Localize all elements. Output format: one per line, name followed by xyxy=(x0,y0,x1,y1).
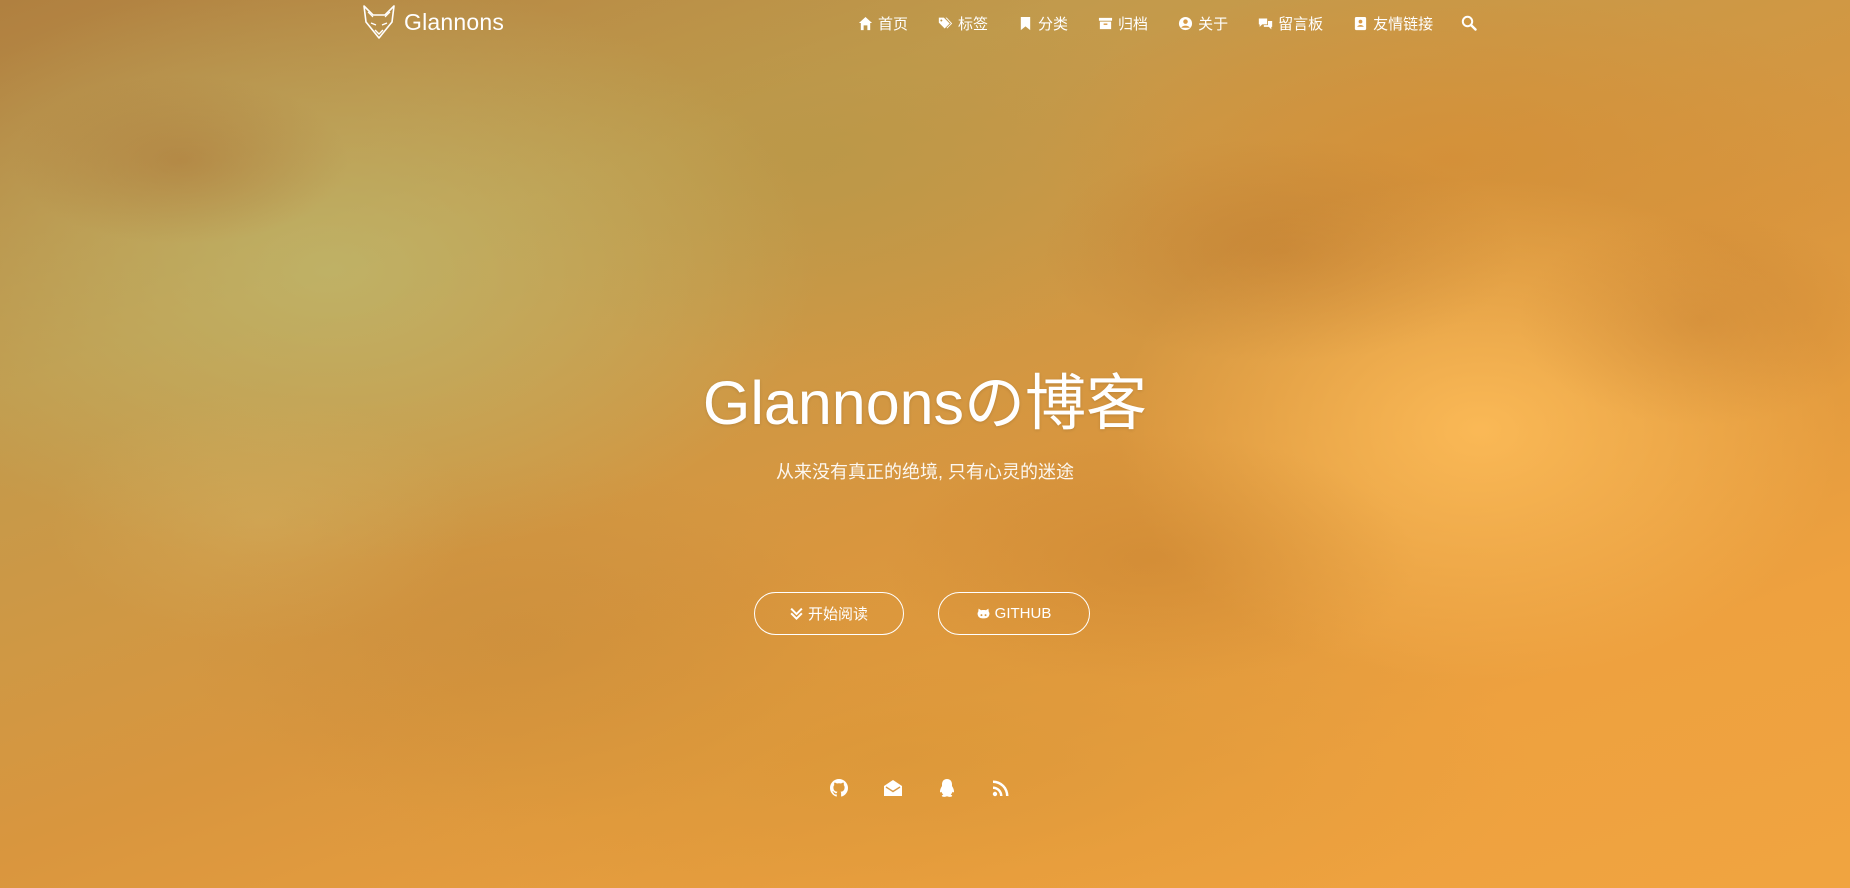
nav-item-label: 首页 xyxy=(878,15,909,33)
github-alt-icon xyxy=(977,608,990,619)
github-icon xyxy=(830,779,848,797)
nav-item-label: 归档 xyxy=(1118,15,1149,33)
nav-menu: 首页 标签 分类 归档 关于 留言板 友情链接 xyxy=(858,0,1507,46)
navbar: Glannons 首页 标签 分类 归档 关于 留言板 友情链接 xyxy=(0,0,1850,46)
nav-item-categories[interactable]: 分类 xyxy=(1018,13,1068,34)
rss-icon xyxy=(992,780,1009,797)
nav-item-guestbook[interactable]: 留言板 xyxy=(1258,13,1323,34)
qq-icon xyxy=(940,779,954,797)
nav-item-label: 分类 xyxy=(1038,15,1069,33)
nav-item-label: 关于 xyxy=(1198,15,1229,33)
nav-item-about[interactable]: 关于 xyxy=(1178,13,1228,34)
search-icon xyxy=(1461,15,1477,31)
brand-title: Glannons xyxy=(404,8,505,35)
social-rss-link[interactable] xyxy=(990,777,1012,799)
start-reading-button[interactable]: 开始阅读 xyxy=(754,592,904,635)
hero-title: Glannonsの博客 xyxy=(702,369,1148,437)
fox-logo-icon xyxy=(363,5,395,39)
nav-item-friend-links[interactable]: 友情链接 xyxy=(1353,13,1433,34)
nav-item-tags[interactable]: 标签 xyxy=(938,13,988,34)
social-email-link[interactable] xyxy=(882,777,904,799)
comments-icon xyxy=(1258,18,1273,29)
nav-item-label: 留言板 xyxy=(1278,15,1324,33)
user-circle-icon xyxy=(1179,16,1193,30)
home-icon xyxy=(858,16,873,30)
bookmark-icon xyxy=(1020,16,1031,30)
social-links xyxy=(828,777,1044,799)
nav-item-label: 友情链接 xyxy=(1373,15,1434,33)
brand-link[interactable]: Glannons xyxy=(362,3,504,41)
tags-icon xyxy=(938,17,953,28)
github-button[interactable]: GITHUB xyxy=(938,592,1090,635)
archive-icon xyxy=(1098,17,1113,29)
nav-item-home[interactable]: 首页 xyxy=(858,13,908,34)
github-button-label: GITHUB xyxy=(994,605,1052,622)
hero-background xyxy=(0,0,1850,888)
social-github-link[interactable] xyxy=(828,777,850,799)
address-book-icon xyxy=(1354,16,1367,30)
start-reading-label: 开始阅读 xyxy=(807,606,868,623)
nav-item-label: 标签 xyxy=(958,15,989,33)
hero-section: Glannons 首页 标签 分类 归档 关于 留言板 友情链接 Glannon… xyxy=(0,0,1850,888)
hero-subtitle: 从来没有真正的绝境, 只有心灵的迷途 xyxy=(775,462,1074,482)
envelope-open-icon xyxy=(884,780,902,796)
angle-double-down-icon xyxy=(790,607,803,620)
social-qq-link[interactable] xyxy=(936,777,958,799)
nav-item-archives[interactable]: 归档 xyxy=(1098,13,1148,34)
nav-search-button[interactable] xyxy=(1461,15,1477,31)
